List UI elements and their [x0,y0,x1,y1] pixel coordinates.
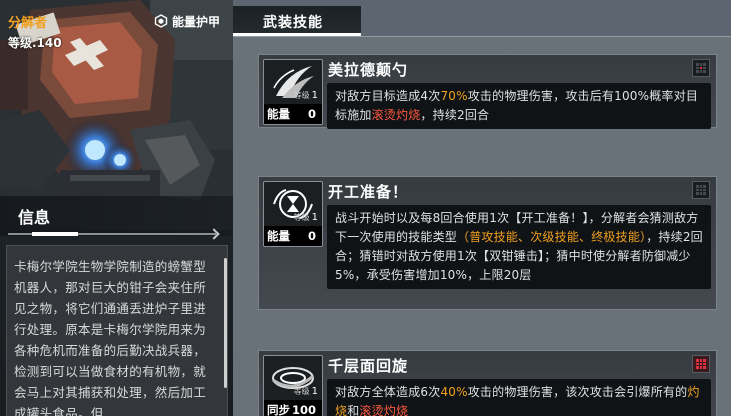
skill-description: 对敌方全体造成6次40%攻击的物理伤害，该次攻击会引爆所有的灼烧和滚烫灼烧 [327,379,711,416]
unit-level: 等级.140 [8,36,62,50]
skill-description-segment: 和 [347,404,360,416]
info-divider [8,232,216,236]
tab-weapon-skills-label: 武装技能 [263,15,323,31]
tab-divider [233,36,731,37]
skill-cost-label: 能量 [267,107,290,121]
info-description: 卡梅尔学院生物学院制造的螃蟹型机器人，那对巨大的钳子会夹住所见之物，将它们通通丢… [14,259,207,416]
skill-level: 等级 1 [294,386,318,397]
skill-cost-label: 能量 [267,229,290,243]
skill-level-label: 等级 [293,387,310,396]
skill-cost: 能量 0 [264,226,322,246]
skill-level-value: 1 [311,212,318,223]
skill-level: 等级 1 [294,90,318,101]
skill-card[interactable]: 等级 1 能量 0 开工准备！ 战斗开始时以及每8回合使用1次【开工准备！】，分解者… [258,176,717,310]
skill-description-segment: 攻击的物理伤害，该次攻击会引爆所有的 [467,385,688,399]
skill-cost: 同步 100 [264,400,322,416]
skill-icon-box: 等级 1 能量 0 [263,59,323,125]
skill-description-segment: ，持续2回合 [420,108,490,122]
skill-cost: 能量 0 [264,104,322,124]
skill-level-value: 1 [311,386,318,397]
grid-center-red-icon[interactable] [692,59,710,77]
skill-cost-label: 同步 [267,403,290,416]
skill-description: 战斗开始时以及每8回合使用1次【开工准备！】，分解者会猜测敌方下一次使用的技能类… [327,205,711,289]
skill-level-value: 1 [311,90,318,101]
skill-description: 对敌方目标造成4次70%攻击的物理伤害，攻击后有100%概率对目标施加滚烫灼烧，… [327,83,711,129]
skill-icon-box: 等级 1 同步 100 [263,355,323,416]
skill-level-label: 等级 [293,91,310,100]
info-title: 信息 [18,208,51,227]
skill-card[interactable]: 等级 1 能量 0 美拉德颠勺 对敌方目标造成4次70%攻击的物理伤害，攻击后有10… [258,54,717,129]
grid-empty-icon[interactable] [692,181,710,199]
character-panel: 分解者 等级.140 信息 卡梅尔学院生物学院制造的螃蟹型机器人，那对巨大的钳子… [0,0,233,416]
skill-description-segment: 滚烫灼烧 [359,404,409,416]
info-scrollbar[interactable] [224,258,227,388]
skill-description-segment: 滚烫灼烧 [371,108,421,122]
skill-description-segment: 70% [440,89,468,103]
skill-description-segment: 对敌方全体造成6次 [335,385,441,399]
grid-all-red-icon[interactable] [692,355,710,373]
hexagon-icon [154,14,168,28]
skill-cost-value: 0 [307,107,316,121]
tab-energy-armor[interactable]: 能量护甲 [154,10,220,32]
skill-level-label: 等级 [293,213,310,222]
unit-name: 分解者 [8,16,48,31]
skill-name: 美拉德颠勺 [328,61,409,79]
skill-card[interactable]: 等级 1 同步 100 千层面回旋 对敌方全体造成6次40%攻击的物理伤害，该次攻击… [258,350,717,416]
skill-description-segment: 40% [440,385,468,399]
skill-name: 开工准备！ [328,183,409,201]
skill-cost-value: 0 [307,229,316,243]
skill-level: 等级 1 [294,212,318,223]
skill-description-segment: 对敌方目标造成4次 [335,89,441,103]
skill-icon-box: 等级 1 能量 0 [263,181,323,247]
skill-cost-value: 100 [291,403,316,416]
skill-description-segment: （普攻技能、次级技能、终极技能） [457,230,647,244]
tab-energy-armor-label: 能量护甲 [172,14,221,29]
skill-name: 千层面回旋 [328,357,409,375]
